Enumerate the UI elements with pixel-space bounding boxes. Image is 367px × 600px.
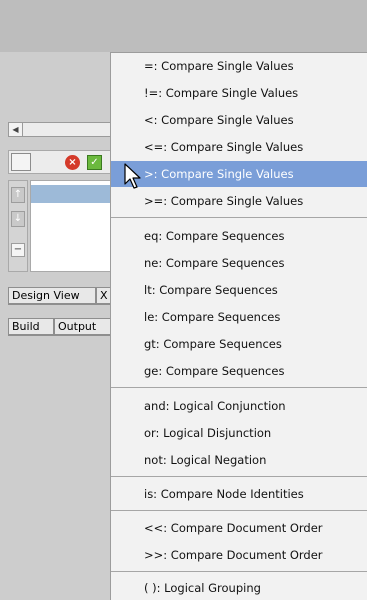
tab-output[interactable]: Output <box>54 318 118 335</box>
move-up-icon[interactable]: ↑ <box>11 187 25 203</box>
list-panel <box>30 180 120 272</box>
menu-item-ne-seq[interactable]: ne: Compare Sequences <box>111 250 367 276</box>
move-down-icon[interactable]: ↓ <box>11 211 25 227</box>
ide-top-area <box>0 0 367 52</box>
editor-toolbar: × ✓ <box>8 150 118 174</box>
tab-design-view[interactable]: Design View <box>8 287 96 304</box>
horizontal-scrollbar[interactable]: ◀ <box>8 122 118 137</box>
menu-item-eq-single[interactable]: =: Compare Single Values <box>111 53 367 79</box>
toolbar-blank-button[interactable] <box>11 153 31 171</box>
collapse-icon[interactable]: − <box>11 243 25 257</box>
menu-separator <box>111 217 367 218</box>
selected-list-row[interactable] <box>31 185 119 203</box>
menu-separator <box>111 476 367 477</box>
mouse-pointer-icon <box>124 163 141 189</box>
menu-item-and[interactable]: and: Logical Conjunction <box>111 393 367 419</box>
menu-item-gt-single[interactable]: >: Compare Single Values <box>111 161 367 187</box>
menu-item-precedes[interactable]: <<: Compare Document Order <box>111 515 367 541</box>
error-icon[interactable]: × <box>65 155 80 170</box>
menu-separator <box>111 571 367 572</box>
view-tabs: Design View X <box>8 287 118 304</box>
menu-item-ge-single[interactable]: >=: Compare Single Values <box>111 188 367 214</box>
menu-item-le-single[interactable]: <=: Compare Single Values <box>111 134 367 160</box>
side-rail: ↑ ↓ − <box>8 180 28 272</box>
menu-separator <box>111 387 367 388</box>
menu-item-gt-seq[interactable]: gt: Compare Sequences <box>111 331 367 357</box>
operator-popup-menu: =: Compare Single Values !=: Compare Sin… <box>110 52 367 600</box>
menu-item-or[interactable]: or: Logical Disjunction <box>111 420 367 446</box>
menu-item-ge-seq[interactable]: ge: Compare Sequences <box>111 358 367 384</box>
tab-build[interactable]: Build <box>8 318 54 335</box>
menu-item-lt-seq[interactable]: lt: Compare Sequences <box>111 277 367 303</box>
menu-item-is[interactable]: is: Compare Node Identities <box>111 481 367 507</box>
output-tabs: Build Output <box>8 318 118 335</box>
menu-item-lt-single[interactable]: <: Compare Single Values <box>111 107 367 133</box>
menu-separator <box>111 510 367 511</box>
menu-item-eq-seq[interactable]: eq: Compare Sequences <box>111 223 367 249</box>
menu-item-not[interactable]: not: Logical Negation <box>111 447 367 473</box>
menu-item-grouping[interactable]: ( ): Logical Grouping <box>111 575 367 600</box>
menu-item-le-seq[interactable]: le: Compare Sequences <box>111 304 367 330</box>
menu-item-follows[interactable]: >>: Compare Document Order <box>111 542 367 568</box>
divider <box>8 335 118 336</box>
menu-item-ne-single[interactable]: !=: Compare Single Values <box>111 80 367 106</box>
divider <box>8 304 118 305</box>
check-icon[interactable]: ✓ <box>87 155 102 170</box>
scroll-left-arrow-icon[interactable]: ◀ <box>9 123 23 136</box>
